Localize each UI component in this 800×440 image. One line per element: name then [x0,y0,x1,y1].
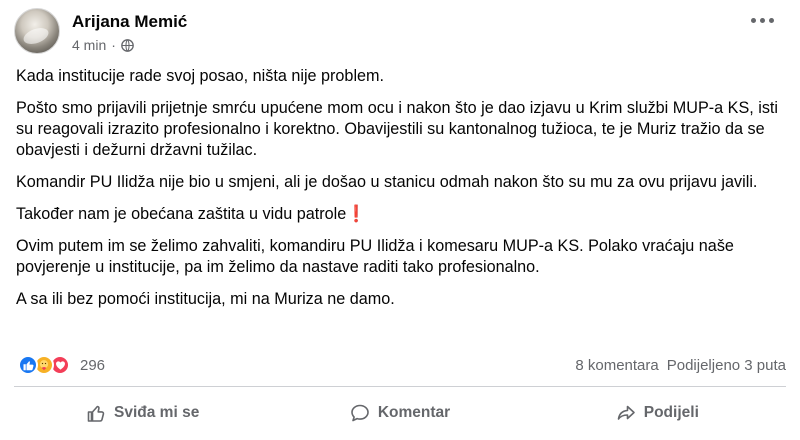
like-button[interactable]: Sviđa mi se [14,392,271,434]
exclamation-icon: ❗ [346,205,367,223]
reactions-summary[interactable]: 296 [18,355,105,375]
avatar[interactable] [14,8,60,54]
author-name[interactable]: Arijana Memić [72,12,187,32]
post-meta: 4 min · [72,37,134,53]
post-stats: 296 8 komentara Podijeljeno 3 puta [18,352,786,378]
comment-count[interactable]: 8 komentara [575,357,658,374]
post-paragraph: A sa ili bez pomoći institucija, mi na M… [16,290,395,308]
post-body: Kada institucije rade svoj posao, ništa … [16,66,786,321]
share-button-label: Podijeli [643,404,699,421]
share-count[interactable]: Podijeljeno 3 puta [667,357,786,374]
post-header: Arijana Memić 4 min · [14,6,788,60]
post-paragraph: Ovim putem im se želimo zahvaliti, koman… [16,237,734,276]
more-options-button[interactable] [751,18,774,23]
comment-button-label: Komentar [377,404,451,421]
post-paragraph-text: Također nam je obećana zaštita u vidu pa… [16,205,347,223]
thumbs-up-icon [87,405,105,422]
like-button-label: Sviđa mi se [114,404,200,421]
dot-icon [769,18,774,23]
dot-icon [760,18,765,23]
post-paragraph: Komandir PU Ilidža nije bio u smjeni, al… [16,173,758,191]
post-paragraph: Također nam je obećana zaštita u vidu pa… [16,204,786,225]
like-reaction-icon [18,355,38,375]
comment-icon [351,404,369,422]
meta-separator: · [111,37,116,53]
globe-icon [121,38,134,52]
reaction-count[interactable]: 296 [80,357,105,374]
post-paragraph: Pošto smo prijavili prijetnje smrću upuć… [16,99,779,159]
share-icon [617,405,635,420]
post-actions: Sviđa mi se Komentar Podijeli [14,392,786,434]
share-button[interactable]: Podijeli [529,392,786,434]
post-paragraph: Kada institucije rade svoj posao, ništa … [16,67,385,85]
actions-divider [14,386,786,387]
engagement-counts: 8 komentara Podijeljeno 3 puta [575,357,786,374]
dot-icon [751,18,756,23]
comment-button[interactable]: Komentar [271,392,528,434]
post-time[interactable]: 4 min [72,37,106,53]
